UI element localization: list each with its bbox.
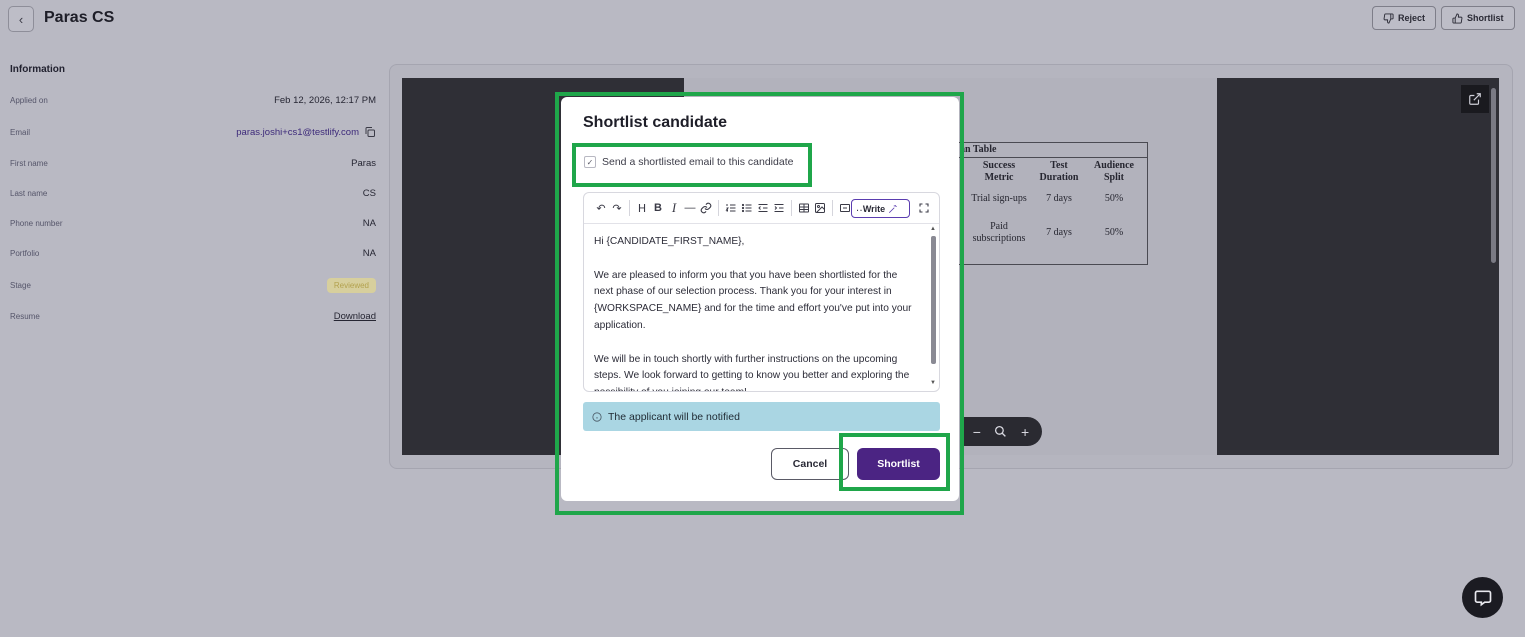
info-label: Applied on [10,95,48,105]
info-label: Phone number [10,218,63,228]
table-cell: 50% [1104,227,1124,238]
image-icon[interactable] [812,200,828,216]
check-icon: ✓ [586,157,594,167]
info-icon [592,411,602,422]
info-label: Email [10,127,31,137]
info-label: Portfolio [10,248,40,258]
notification-notice: The applicant will be notified [583,402,940,431]
info-label: Stage [10,280,31,290]
scroll-up-icon[interactable]: ▲ [930,226,936,232]
table-cell: 7 days [1046,227,1072,238]
checkbox[interactable]: ✓ [584,156,596,168]
editor-scrollbar[interactable]: ▲ ▼ [930,226,937,390]
shortlist-button[interactable]: Shortlist [857,448,940,480]
preview-scrollbar[interactable] [1491,88,1496,263]
bold-icon[interactable]: B [650,200,666,216]
magic-wand-icon [889,204,897,213]
info-label: Resume [10,311,40,321]
info-row-email: Email paras.joshi+cs1@testlify.com [10,124,376,140]
indent-increase-icon[interactable] [771,200,787,216]
info-value: CS [362,187,376,199]
send-email-option[interactable]: ✓ Send a shortlisted email to this candi… [584,156,793,168]
info-row-resume: Resume Download [10,308,376,324]
cancel-button[interactable]: Cancel [771,448,849,480]
info-row-stage: Stage Reviewed [10,277,376,293]
info-row-portfolio: Portfolio NA [10,245,376,261]
open-external-button[interactable] [1461,85,1489,113]
scroll-down-icon[interactable]: ▼ [930,380,936,386]
document-table: an Table Success Metric Test Duration Au… [935,142,1148,265]
information-heading: Information [10,64,65,75]
italic-icon[interactable]: I [666,200,682,216]
notice-text: The applicant will be notified [608,410,740,423]
email-paragraph: Hi {CANDIDATE_FIRST_NAME}, [594,236,745,247]
info-label: Last name [10,188,48,198]
thumbs-down-icon [1383,12,1394,24]
info-row-last-name: Last name CS [10,185,376,201]
table-cell: 7 days [1046,193,1072,204]
chevron-left-icon: ‹ [18,11,24,27]
info-label: First name [10,158,48,168]
email-editor[interactable]: ↶ ↷ H B I — … Write Hi {CANDIDATE_FIRST_… [583,192,940,392]
info-row-applied: Applied on Feb 12, 2026, 12:17 PM [10,92,376,108]
zoom-out-button[interactable]: − [973,424,981,440]
chat-bubble-icon [1474,590,1491,606]
preview-margin-right [1217,78,1499,455]
email-body[interactable]: Hi {CANDIDATE_FIRST_NAME}, We are please… [594,234,916,391]
reject-label: Reject [1398,13,1426,23]
link-icon[interactable] [698,200,714,216]
email-paragraph: We are pleased to inform you that you ha… [594,269,912,331]
zoom-in-button[interactable]: + [1021,424,1029,440]
info-row-first-name: First name Paras [10,155,376,171]
horizontal-rule-icon[interactable]: — [682,200,698,216]
table-header: Audience Split [1094,160,1134,183]
write-ai-button[interactable]: Write [851,199,910,218]
email-value[interactable]: paras.joshi+cs1@testlify.com [236,127,359,138]
bullet-list-icon[interactable] [739,200,755,216]
download-link[interactable]: Download [334,311,376,322]
external-link-icon [1469,93,1481,105]
info-value: NA [362,217,376,229]
table-icon[interactable] [796,200,812,216]
fullscreen-icon[interactable] [916,200,932,216]
scroll-thumb[interactable] [931,236,936,364]
table-cell: Paid subscriptions [972,221,1026,244]
indent-decrease-icon[interactable] [755,200,771,216]
table-header: Test Duration [1039,160,1079,183]
table-caption: an Table [960,144,997,155]
table-header: Success Metric [982,160,1016,183]
page-title: Paras CS [44,9,115,26]
table-cell: 50% [1104,193,1124,204]
email-paragraph: We will be in touch shortly with further… [594,353,910,391]
info-value: Feb 12, 2026, 12:17 PM [274,94,376,106]
redo-icon[interactable]: ↷ [609,200,625,216]
help-chat-button[interactable] [1462,577,1503,618]
modal-title: Shortlist candidate [583,114,728,131]
info-row-phone: Phone number NA [10,215,376,231]
zoom-controls: − + [960,417,1042,446]
heading-icon[interactable]: H [634,200,650,216]
thumbs-up-icon [1452,12,1463,24]
write-label: Write [862,203,886,214]
status-badge: Reviewed [326,277,376,293]
shortlist-header-button[interactable]: Shortlist [1441,6,1515,30]
info-value: NA [362,247,376,259]
back-button[interactable]: ‹ [8,6,34,32]
table-cell: Trial sign-ups [971,193,1027,204]
info-value: Paras [351,157,376,169]
ordered-list-icon[interactable] [723,200,739,216]
shortlist-header-label: Shortlist [1467,13,1504,23]
checkbox-label: Send a shortlisted email to this candida… [602,156,794,168]
undo-icon[interactable]: ↶ [593,200,609,216]
reject-button[interactable]: Reject [1372,6,1437,30]
copy-icon[interactable] [364,126,376,138]
zoom-reset-icon[interactable] [994,425,1007,438]
